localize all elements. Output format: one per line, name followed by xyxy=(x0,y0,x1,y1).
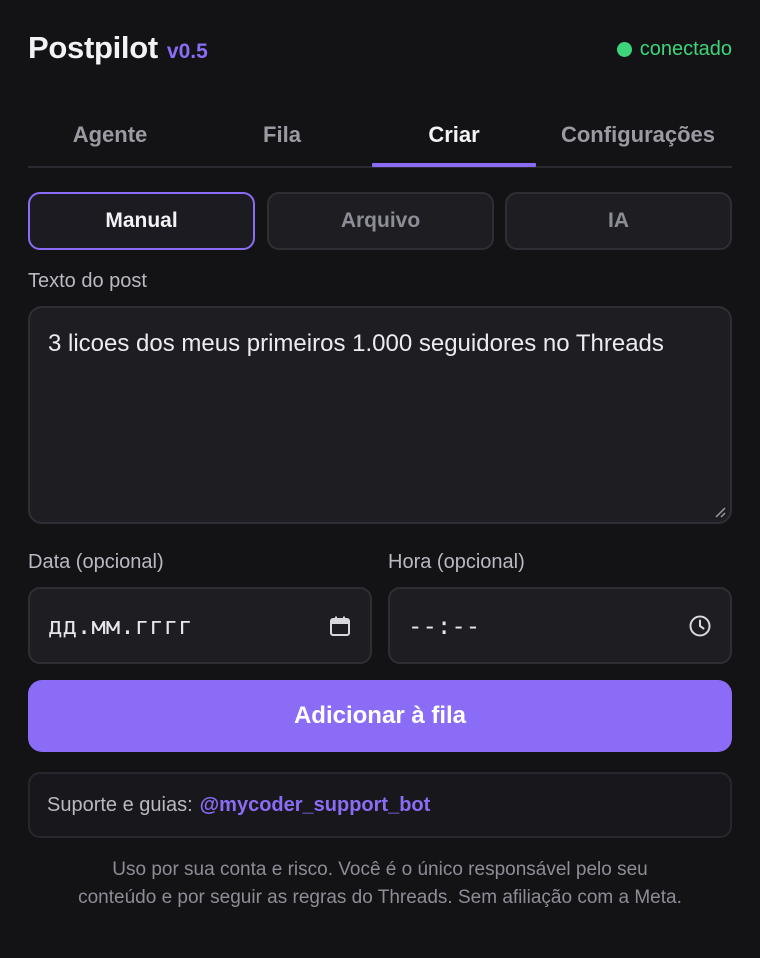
main-tabs: Agente Fila Criar Configurações xyxy=(28,104,732,168)
post-text-label: Texto do post xyxy=(28,270,147,292)
clock-icon[interactable] xyxy=(688,614,712,638)
disclaimer: Uso por sua conta e risco. Você é o únic… xyxy=(28,856,732,912)
time-placeholder: --:-- xyxy=(408,611,481,640)
active-tab-indicator xyxy=(372,163,536,167)
support-box: Suporte e guias: @mycoder_support_bot xyxy=(28,772,732,838)
support-label: Suporte e guias: xyxy=(47,793,193,816)
date-placeholder: дд.мм.гггг xyxy=(48,611,193,640)
mode-ia-button[interactable]: IA xyxy=(505,192,732,250)
connection-status: conectado xyxy=(616,38,732,61)
tab-criar[interactable]: Criar xyxy=(372,104,536,166)
date-input[interactable]: дд.мм.гггг xyxy=(28,587,372,664)
post-text-value: 3 licoes dos meus primeiros 1.000 seguid… xyxy=(48,330,664,357)
status-text: conectado xyxy=(639,38,732,60)
support-bot-link[interactable]: @mycoder_support_bot xyxy=(200,794,431,817)
header: Postpilot v0.5 conectado xyxy=(28,30,732,74)
resize-handle-icon[interactable] xyxy=(714,506,726,518)
calendar-icon[interactable] xyxy=(328,614,352,638)
post-text-input[interactable]: 3 licoes dos meus primeiros 1.000 seguid… xyxy=(28,306,732,524)
tab-configuracoes[interactable]: Configurações xyxy=(544,104,732,166)
status-dot-icon xyxy=(616,42,632,57)
app-version: v0.5 xyxy=(166,40,208,63)
tab-agente[interactable]: Agente xyxy=(28,104,192,166)
app-name: Postpilot xyxy=(28,30,158,65)
time-input[interactable]: --:-- xyxy=(388,587,732,664)
disclaimer-line-2: conteúdo e por seguir as regras do Threa… xyxy=(78,887,682,908)
mode-arquivo-button[interactable]: Arquivo xyxy=(267,192,494,250)
mode-manual-button[interactable]: Manual xyxy=(28,192,255,250)
time-label: Hora (opcional) xyxy=(388,551,525,573)
disclaimer-line-1: Uso por sua conta e risco. Você é o únic… xyxy=(112,859,648,880)
tab-fila[interactable]: Fila xyxy=(200,104,364,166)
brand: Postpilot v0.5 xyxy=(28,30,208,66)
add-to-queue-button[interactable]: Adicionar à fila xyxy=(28,680,732,752)
mode-selector: Manual Arquivo IA xyxy=(28,192,732,250)
date-label: Data (opcional) xyxy=(28,551,164,573)
